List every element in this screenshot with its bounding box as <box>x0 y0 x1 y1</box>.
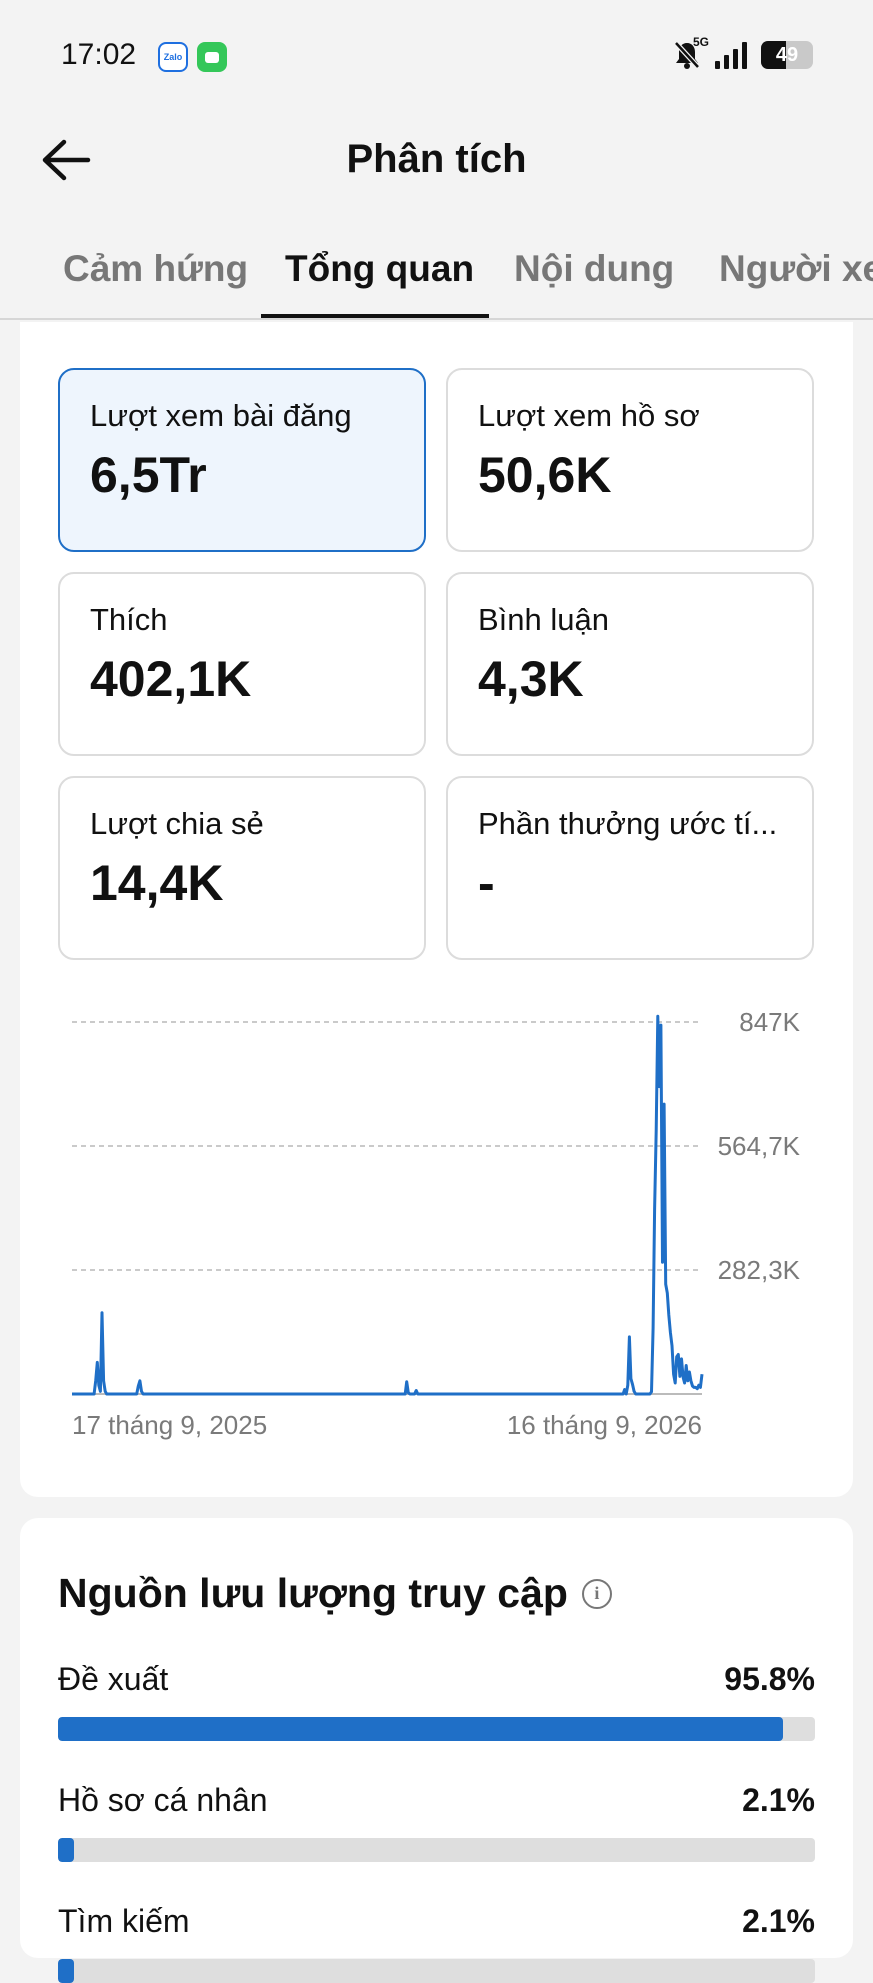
metric-label: Lượt chia sẻ <box>90 806 264 841</box>
traffic-title-text: Nguồn lưu lượng truy cập <box>58 1570 568 1616</box>
zalo-icon: Zalo <box>158 42 188 72</box>
metric-value: 14,4K <box>90 855 224 911</box>
tab-overview[interactable]: Tổng quan <box>285 248 474 290</box>
source-label: Tìm kiếm <box>58 1903 190 1939</box>
traffic-source-row: Tìm kiếm 2.1% <box>58 1903 815 1983</box>
source-percent: 2.1% <box>742 1782 815 1818</box>
metric-label: Lượt xem hồ sơ <box>478 398 700 433</box>
metric-card-likes[interactable]: Thích 402,1K <box>58 572 426 756</box>
status-time: 17:02 <box>61 38 137 71</box>
traffic-sources-title: Nguồn lưu lượng truy cập i <box>58 1570 612 1617</box>
metric-card-estimated-reward[interactable]: Phần thưởng ước tí... - <box>446 776 814 960</box>
source-progress-track <box>58 1717 815 1741</box>
source-progress-track <box>58 1838 815 1862</box>
metric-value: 50,6K <box>478 447 612 503</box>
metric-card-post-views[interactable]: Lượt xem bài đăng 6,5Tr <box>58 368 426 552</box>
source-percent: 2.1% <box>742 1903 815 1939</box>
network-type: 5G <box>693 35 710 49</box>
metric-label: Phần thưởng ước tí... <box>478 806 778 841</box>
page-title: Phân tích <box>346 137 527 181</box>
metric-value: 402,1K <box>90 651 252 707</box>
traffic-sources-panel: Nguồn lưu lượng truy cập i Đề xuất 95.8%… <box>20 1518 853 1983</box>
metric-label: Bình luận <box>478 602 609 637</box>
metric-value: 4,3K <box>478 651 584 707</box>
metric-value: - <box>478 855 495 911</box>
messages-icon <box>197 42 227 72</box>
tab-viewers[interactable]: Người xe <box>719 248 873 290</box>
source-progress-fill <box>58 1838 74 1862</box>
traffic-source-row: Hồ sơ cá nhân 2.1% <box>58 1782 815 1862</box>
source-progress-track <box>58 1959 815 1983</box>
tab-inspiration[interactable]: Cảm hứng <box>63 248 248 290</box>
views-line-chart: 847K 564,7K 282,3K 17 tháng 9, 2025 16 tháng… <box>72 1007 801 1440</box>
source-progress-fill <box>58 1717 784 1741</box>
source-percent: 95.8% <box>724 1661 815 1697</box>
metric-label: Thích <box>90 602 168 637</box>
x-tick-label: 17 tháng 9, 2025 <box>72 1410 267 1440</box>
info-icon[interactable]: i <box>581 1578 612 1609</box>
y-tick-label: 847K <box>739 1007 800 1037</box>
source-label: Hồ sơ cá nhân <box>58 1782 268 1818</box>
y-tick-label: 282,3K <box>718 1255 801 1285</box>
source-label: Đề xuất <box>58 1661 169 1697</box>
x-tick-label: 16 tháng 9, 2026 <box>507 1410 702 1440</box>
metric-value: 6,5Tr <box>90 447 207 503</box>
status-bar: 17:02 Zalo 5G 49 <box>0 0 873 110</box>
battery-percent: 49 <box>775 43 799 66</box>
series-line <box>72 1014 704 1396</box>
source-progress-fill <box>58 1959 74 1983</box>
tab-bar: Cảm hứng Tổng quan Nội dung Người xe <box>0 240 873 320</box>
status-indicators: 5G 49 <box>673 35 813 70</box>
battery-icon: 49 <box>761 41 813 69</box>
y-tick-label: 564,7K <box>718 1131 801 1161</box>
tab-content[interactable]: Nội dung <box>514 248 674 290</box>
metric-card-profile-views[interactable]: Lượt xem hồ sơ 50,6K <box>446 368 814 552</box>
active-tab-indicator <box>261 314 489 318</box>
metric-card-comments[interactable]: Bình luận 4,3K <box>446 572 814 756</box>
metric-card-shares[interactable]: Lượt chia sẻ 14,4K <box>58 776 426 960</box>
metric-label: Lượt xem bài đăng <box>90 398 352 433</box>
cellular-signal-icon: 5G <box>693 35 747 69</box>
traffic-source-row: Đề xuất 95.8% <box>58 1661 815 1741</box>
